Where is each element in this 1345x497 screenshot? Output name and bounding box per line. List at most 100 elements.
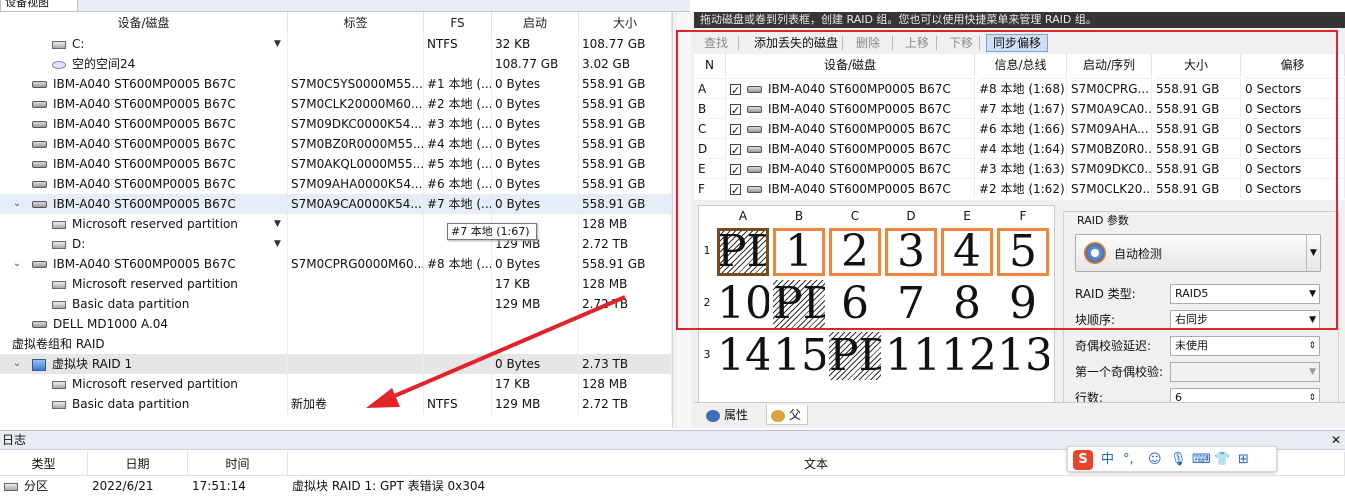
log-col-header-0[interactable]: 类型 bbox=[0, 452, 88, 476]
spin-arrows-icon[interactable]: ⇕ bbox=[1308, 337, 1316, 355]
tree-row[interactable]: D: ▼ 129 MB 2.72 TB bbox=[0, 234, 672, 254]
partition-icon bbox=[52, 220, 66, 229]
tree-cell-fs: #1 本地 (... bbox=[427, 74, 492, 94]
matrix-cell[interactable]: 14 bbox=[717, 332, 769, 380]
tree-row[interactable]: IBM-A040 ST600MP0005 B67C S7M09AHA0000K54… bbox=[0, 174, 672, 194]
param-input[interactable]: ▼ bbox=[1170, 362, 1320, 382]
device-tree-table: 设备/磁盘 标签 FS 启动 大小 C: ▼ NTFS 32 KB 108.77 GB 空的空间2… bbox=[0, 12, 672, 428]
grid-icon[interactable]: ⊞ bbox=[1238, 450, 1249, 470]
tree-cell-fs bbox=[427, 334, 492, 354]
tree-item-name: IBM-A040 ST600MP0005 B67C bbox=[53, 257, 236, 271]
col-header-3[interactable]: 启动 bbox=[492, 12, 579, 34]
tree-cell-name: 空的空间24 bbox=[0, 54, 288, 74]
tree-row[interactable]: DELL MD1000 A.04 bbox=[0, 314, 672, 334]
tree-item-name: 空的空间24 bbox=[72, 57, 136, 71]
tree-item-name: D: bbox=[72, 237, 86, 251]
tree-cell-label bbox=[291, 234, 424, 254]
smile-icon[interactable]: ☺ bbox=[1148, 450, 1162, 470]
expand-chevron-icon[interactable]: ⌄ bbox=[12, 354, 22, 374]
tree-cell-size: 128 MB bbox=[582, 214, 672, 234]
tree-cell-label: 新加卷 bbox=[291, 394, 424, 414]
col-header-2[interactable]: FS bbox=[424, 12, 492, 34]
log-value: 分区 bbox=[24, 479, 49, 493]
tree-cell-size: 2.72 TB bbox=[582, 294, 672, 314]
tree-cell-start: 0 Bytes bbox=[495, 94, 579, 114]
tree-row[interactable]: ⌄ 虚拟块 RAID 1 0 Bytes 2.73 TB bbox=[0, 354, 672, 374]
tree-item-name: IBM-A040 ST600MP0005 B67C bbox=[53, 117, 236, 131]
chevron-down-icon[interactable]: ▼ bbox=[274, 234, 281, 254]
matrix-row-label: 3 bbox=[703, 348, 711, 361]
matrix-cell[interactable]: 15 bbox=[773, 332, 825, 380]
disk-icon bbox=[32, 321, 47, 328]
log-cell-date: 2022/6/21 bbox=[92, 476, 188, 497]
tree-row[interactable]: ⌄ 虚拟卷组和 RAID bbox=[0, 334, 672, 354]
right-bottom-tabs: 属性 父 bbox=[694, 402, 1345, 428]
tree-row[interactable]: ⌄ IBM-A040 ST600MP0005 B67C S7M0A9CA0000K5… bbox=[0, 194, 672, 214]
tree-cell-start: 0 Bytes bbox=[495, 354, 579, 374]
tab-parent[interactable]: 父 bbox=[766, 405, 809, 425]
tree-row[interactable]: Microsoft reserved partition 17 KB 128 MB bbox=[0, 274, 672, 294]
matrix-cell[interactable]: 12 bbox=[941, 332, 993, 380]
disk-icon bbox=[32, 141, 47, 148]
param-input[interactable]: 未使用 ⇕ bbox=[1170, 336, 1320, 356]
tree-cell-label bbox=[291, 274, 424, 294]
tab-device-view[interactable]: 设备视图 bbox=[0, 0, 78, 12]
log-col-header-2[interactable]: 时间 bbox=[188, 452, 288, 476]
sogou-logo-icon[interactable]: S bbox=[1073, 450, 1093, 470]
ime-lang-toggle[interactable]: 中 bbox=[1101, 450, 1114, 470]
keyboard-icon[interactable]: ⌨ bbox=[1192, 450, 1211, 470]
tree-cell-size: 558.91 GB bbox=[582, 194, 672, 214]
raid-icon bbox=[32, 358, 46, 371]
tree-cell-name: ⌄ IBM-A040 ST600MP0005 B67C bbox=[0, 254, 288, 274]
matrix-cell[interactable]: 13 bbox=[997, 332, 1049, 380]
tree-row[interactable]: IBM-A040 ST600MP0005 B67C S7M0AKQL0000M55… bbox=[0, 154, 672, 174]
ime-punct-toggle[interactable]: °, bbox=[1123, 450, 1134, 470]
tree-cell-size: 128 MB bbox=[582, 374, 672, 394]
tree-row[interactable]: Microsoft reserved partition ▼ 128 MB bbox=[0, 214, 672, 234]
chevron-down-icon[interactable]: ▼ bbox=[274, 34, 281, 54]
tree-row[interactable]: IBM-A040 ST600MP0005 B67C S7M0C5YS0000M55… bbox=[0, 74, 672, 94]
chevron-down-icon[interactable]: ▼ bbox=[1309, 363, 1316, 381]
tree-cell-size: 108.77 GB bbox=[582, 34, 672, 54]
log-col-header-1[interactable]: 日期 bbox=[88, 452, 188, 476]
tree-cell-size: 558.91 GB bbox=[582, 114, 672, 134]
close-icon[interactable]: ✕ bbox=[1331, 431, 1341, 449]
tree-row[interactable]: IBM-A040 ST600MP0005 B67C S7M0BZ0R0000M55… bbox=[0, 134, 672, 154]
chevron-down-icon[interactable]: ▼ bbox=[274, 214, 281, 234]
expand-chevron-icon[interactable]: ⌄ bbox=[12, 194, 22, 214]
param-label: 奇偶校验延迟: bbox=[1075, 339, 1152, 353]
partition-icon bbox=[52, 280, 66, 289]
expand-chevron-icon[interactable]: ⌄ bbox=[12, 254, 22, 274]
disk-icon bbox=[32, 261, 47, 268]
tree-row[interactable]: IBM-A040 ST600MP0005 B67C S7M0CLK20000M60… bbox=[0, 94, 672, 114]
tree-cell-name: C: ▼ bbox=[0, 34, 288, 54]
tree-row[interactable]: C: ▼ NTFS 32 KB 108.77 GB bbox=[0, 34, 672, 54]
col-header-0[interactable]: 设备/磁盘 bbox=[0, 12, 288, 34]
tab-properties[interactable]: 属性 bbox=[702, 405, 754, 425]
col-header-1[interactable]: 标签 bbox=[288, 12, 424, 34]
tree-row[interactable]: Microsoft reserved partition 17 KB 128 MB bbox=[0, 374, 672, 394]
tree-cell-start: 129 MB bbox=[495, 394, 579, 414]
matrix-cell[interactable]: PD bbox=[829, 332, 881, 380]
tree-row[interactable]: ⌄ IBM-A040 ST600MP0005 B67C S7M0CPRG0000M6… bbox=[0, 254, 672, 274]
disk-icon bbox=[32, 181, 47, 188]
expand-chevron-icon[interactable]: ⌄ bbox=[0, 334, 2, 354]
matrix-cell[interactable]: 11 bbox=[885, 332, 937, 380]
tree-row[interactable]: IBM-A040 ST600MP0005 B67C S7M09DKC0000K54… bbox=[0, 114, 672, 134]
tree-item-name: IBM-A040 ST600MP0005 B67C bbox=[53, 197, 236, 211]
shirt-icon[interactable]: 👕 bbox=[1214, 450, 1230, 470]
tree-cell-name: Microsoft reserved partition bbox=[0, 274, 288, 294]
mic-icon[interactable]: 🎙 bbox=[1170, 450, 1187, 470]
param-label: 第一个奇偶校验: bbox=[1075, 365, 1164, 379]
tree-row[interactable]: 空的空间24 108.77 GB 3.02 GB bbox=[0, 54, 672, 74]
tree-cell-name: ⌄ 虚拟卷组和 RAID bbox=[0, 334, 288, 354]
tree-cell-start: 17 KB bbox=[495, 374, 579, 394]
partition-icon bbox=[52, 40, 66, 49]
log-row[interactable]: 分区 2022/6/21 17:51:14 虚拟块 RAID 1: GPT 表错误 0… bbox=[0, 476, 1345, 497]
tree-row[interactable]: Basic data partition 129 MB 2.72 TB bbox=[0, 294, 672, 314]
log-panel-title: 日志 bbox=[2, 433, 27, 447]
tree-row[interactable]: Basic data partition 新加卷 NTFS 129 MB 2.72 TB bbox=[0, 394, 672, 414]
tree-cell-label: S7M0CLK20000M60... bbox=[291, 94, 424, 114]
tree-cell-name: IBM-A040 ST600MP0005 B67C bbox=[0, 94, 288, 114]
col-header-4[interactable]: 大小 bbox=[579, 12, 672, 34]
